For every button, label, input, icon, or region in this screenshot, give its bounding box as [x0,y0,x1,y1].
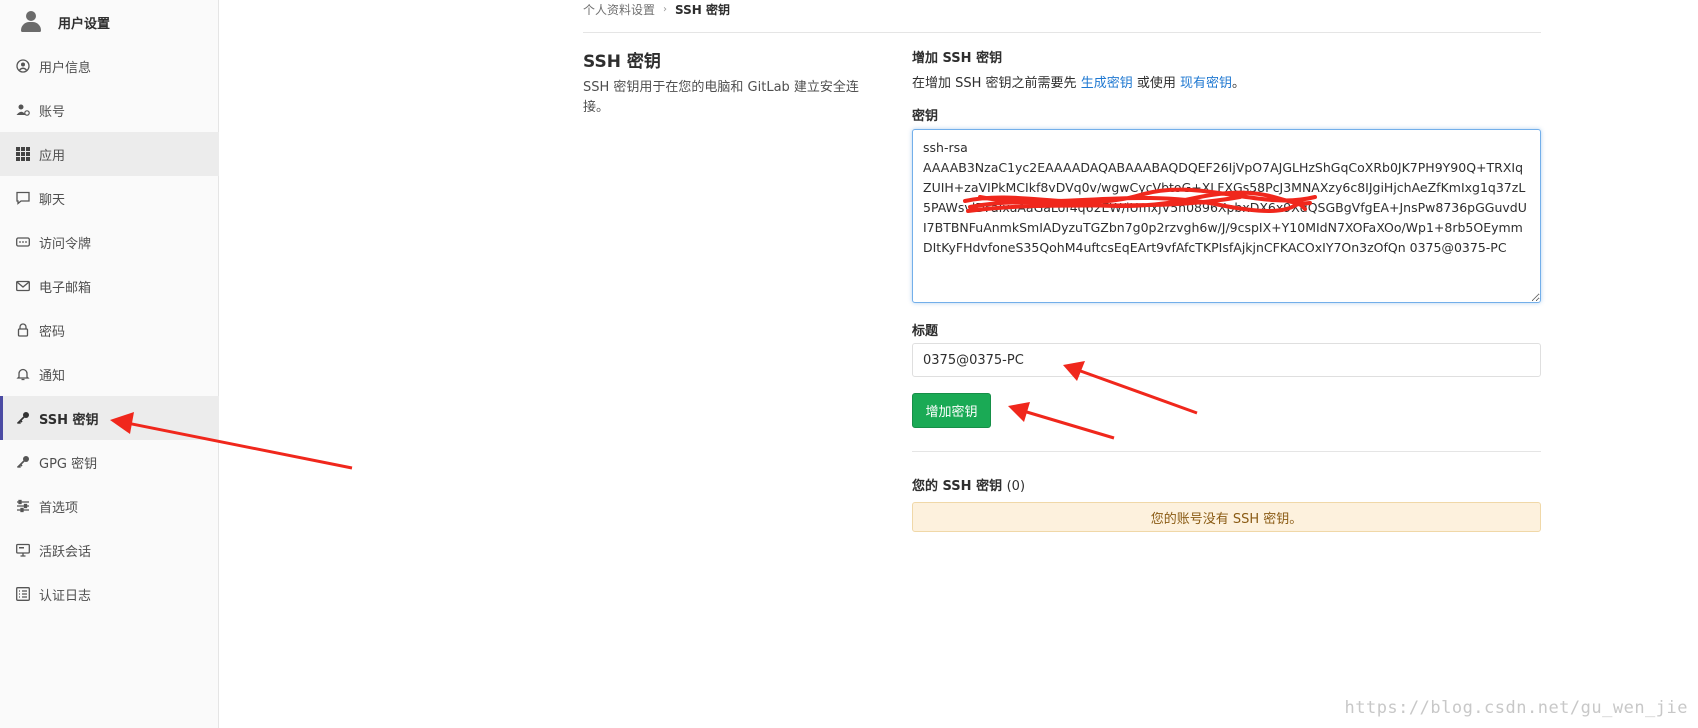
form-divider [912,451,1541,452]
chat-bubble-icon [16,191,30,205]
your-keys-heading: 您的 SSH 密钥 (0) [912,475,1025,494]
monitor-icon [16,543,30,557]
hint-prefix: 在增加 SSH 密钥之前需要先 [912,76,1077,91]
sidebar-item-label: 密码 [39,324,66,340]
your-keys-count: (0) [1006,479,1026,494]
sidebar-item-label: SSH 密钥 [39,412,99,428]
chevron-right-icon: › [663,4,668,15]
bell-icon [16,367,30,381]
form-hint: 在增加 SSH 密钥之前需要先 生成密钥 或使用 现有密钥。 [912,72,1541,92]
existing-key-link[interactable]: 现有密钥 [1180,76,1232,91]
sidebar-item-applications[interactable]: 应用 [0,132,219,176]
breadcrumb: 个人资料设置 › SSH 密钥 [583,0,730,19]
envelope-icon [16,279,30,293]
header-divider [583,32,1541,33]
sidebar-item-label: 应用 [39,148,66,164]
sidebar-item-label: 访问令牌 [39,236,92,252]
page-title: SSH 密钥 [583,52,661,72]
breadcrumb-profile-settings-link[interactable]: 个人资料设置 [583,1,655,18]
sidebar-item-label: 聊天 [39,192,66,208]
watermark: https://blog.csdn.net/gu_wen_jie [1344,698,1688,718]
sidebar-nav: 用户信息 账号 应用 聊天 访问令牌 电子邮箱 密码 通知 SSH 密钥 GPG… [0,44,219,616]
key-icon [16,455,30,469]
sidebar-item-label: 通知 [39,368,66,384]
title-input[interactable] [912,343,1541,377]
redaction-scribble [963,187,1317,213]
list-icon [16,587,30,601]
sidebar-item-emails[interactable]: 电子邮箱 [0,264,219,308]
sidebar-title: 用户设置 [58,16,111,32]
avatar-icon [20,11,42,33]
key-label: 密钥 [912,109,939,124]
hint-middle: 或使用 [1136,76,1176,91]
user-circle-icon [16,59,30,73]
sidebar-item-active-sessions[interactable]: 活跃会话 [0,528,219,572]
hint-suffix: 。 [1232,76,1246,91]
key-icon [16,411,30,425]
add-ssh-key-form: 增加 SSH 密钥 在增加 SSH 密钥之前需要先 生成密钥 或使用 现有密钥。… [912,47,1541,532]
sidebar-item-label: 电子邮箱 [39,280,92,296]
token-icon [16,235,30,249]
sidebar-item-label: 认证日志 [39,588,92,604]
sidebar-item-auth-log[interactable]: 认证日志 [0,572,219,616]
sidebar-item-label: 活跃会话 [39,544,92,560]
sidebar-item-notifications[interactable]: 通知 [0,352,219,396]
your-keys-heading-text: 您的 SSH 密钥 [912,479,1003,494]
settings-sidebar: 用户设置 用户信息 账号 应用 聊天 访问令牌 电子邮箱 密码 通知 SSH 密… [0,0,219,728]
sidebar-item-password[interactable]: 密码 [0,308,219,352]
sidebar-header[interactable]: 用户设置 [0,0,219,44]
sidebar-item-profile[interactable]: 用户信息 [0,44,219,88]
lock-icon [16,323,30,337]
page-description: SSH 密钥用于在您的电脑和 GitLab 建立安全连接。 [583,80,859,115]
sidebar-item-account[interactable]: 账号 [0,88,219,132]
sidebar-item-preferences[interactable]: 首选项 [0,484,219,528]
breadcrumb-current: SSH 密钥 [675,3,730,17]
sidebar-item-label: 用户信息 [39,60,92,76]
annotation-arrow-button [1008,402,1115,440]
grid-icon [16,147,30,161]
sidebar-item-access-tokens[interactable]: 访问令牌 [0,220,219,264]
sidebar-item-label: GPG 密钥 [39,456,98,472]
sliders-icon [16,499,30,513]
user-gear-icon [16,103,30,117]
sidebar-item-ssh-keys[interactable]: SSH 密钥 [0,396,219,440]
generate-key-link[interactable]: 生成密钥 [1081,76,1133,91]
title-label: 标题 [912,324,939,339]
sidebar-item-label: 首选项 [39,500,79,516]
ssh-keys-settings-page: 用户设置 用户信息 账号 应用 聊天 访问令牌 电子邮箱 密码 通知 SSH 密… [0,0,1698,728]
sidebar-item-chat[interactable]: 聊天 [0,176,219,220]
sidebar-item-label: 账号 [39,104,66,120]
sidebar-item-gpg-keys[interactable]: GPG 密钥 [0,440,219,484]
form-heading: 增加 SSH 密钥 [912,51,1003,66]
add-key-button[interactable]: 增加密钥 [912,393,991,428]
no-keys-alert: 您的账号没有 SSH 密钥。 [912,502,1541,532]
